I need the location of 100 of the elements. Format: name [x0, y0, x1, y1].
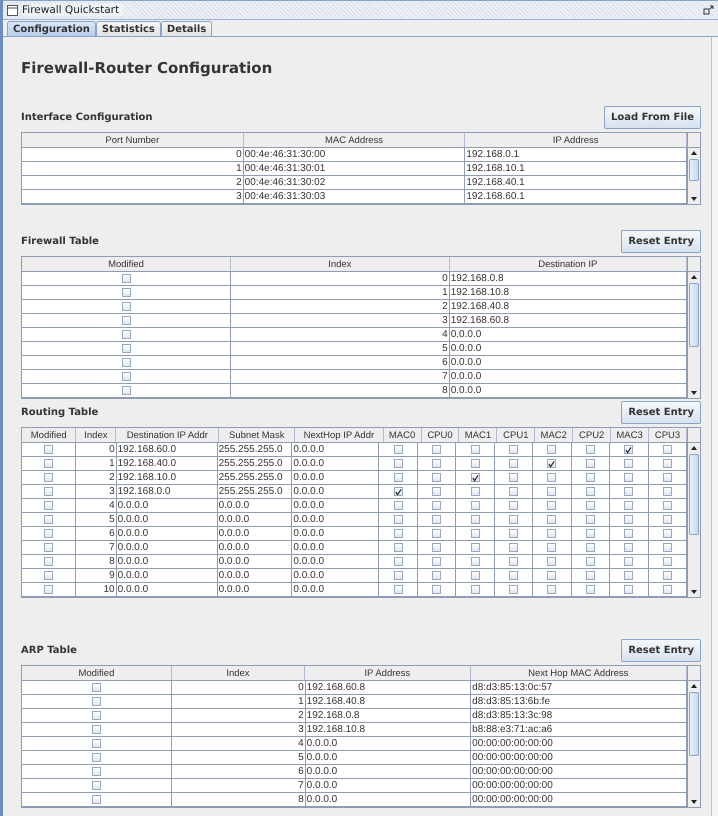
column-header[interactable]: Index — [172, 666, 306, 680]
checkbox[interactable] — [586, 515, 595, 524]
checkbox[interactable] — [122, 344, 131, 353]
checkbox[interactable] — [44, 571, 54, 580]
column-header[interactable]: MAC2 — [535, 428, 574, 442]
checkbox[interactable] — [508, 501, 518, 510]
scrollbar[interactable] — [687, 428, 700, 597]
checkbox[interactable] — [586, 585, 595, 594]
column-header[interactable]: IP Address — [305, 666, 471, 680]
checkbox[interactable] — [508, 445, 518, 454]
checkbox[interactable] — [432, 501, 442, 510]
column-header[interactable]: Subnet Mask — [219, 428, 296, 442]
checkbox[interactable] — [432, 585, 442, 594]
checkbox[interactable] — [662, 571, 672, 580]
checkbox[interactable] — [470, 445, 480, 454]
checkbox[interactable] — [586, 445, 595, 454]
checkbox[interactable] — [470, 501, 480, 510]
column-header[interactable]: Modified — [22, 428, 76, 442]
checkbox[interactable] — [547, 501, 556, 510]
checkbox[interactable] — [662, 557, 672, 566]
checkbox[interactable] — [470, 473, 480, 482]
checkbox[interactable] — [470, 571, 480, 580]
checkbox[interactable] — [624, 585, 634, 594]
checkbox[interactable] — [432, 473, 442, 482]
column-header[interactable]: NextHop IP Addr — [295, 428, 384, 442]
tab[interactable]: Statistics — [96, 21, 161, 36]
checkbox[interactable] — [547, 571, 556, 580]
checkbox[interactable] — [432, 445, 442, 454]
checkbox[interactable] — [92, 739, 102, 748]
checkbox[interactable] — [122, 372, 131, 381]
checkbox[interactable] — [394, 543, 403, 552]
checkbox[interactable] — [394, 473, 403, 482]
checkbox[interactable] — [44, 585, 54, 594]
checkbox[interactable] — [432, 571, 442, 580]
checkbox[interactable] — [394, 515, 403, 524]
checkbox[interactable] — [92, 711, 102, 720]
column-header[interactable]: MAC1 — [459, 428, 498, 442]
column-header[interactable]: MAC3 — [611, 428, 650, 442]
checkbox[interactable] — [470, 487, 480, 496]
checkbox[interactable] — [122, 302, 131, 311]
tab[interactable]: Configuration — [7, 21, 96, 36]
checkbox[interactable] — [394, 585, 403, 594]
column-header[interactable]: Port Number — [22, 133, 244, 147]
column-header[interactable]: Modified — [22, 257, 232, 271]
checkbox[interactable] — [508, 515, 518, 524]
checkbox[interactable] — [586, 571, 595, 580]
checkbox[interactable] — [508, 543, 518, 552]
checkbox[interactable] — [92, 697, 102, 706]
action-button[interactable]: Reset Entry — [621, 230, 701, 252]
column-header[interactable]: CPU1 — [497, 428, 536, 442]
scrollbar[interactable] — [687, 666, 700, 807]
action-button[interactable]: Reset Entry — [621, 400, 701, 424]
checkbox[interactable] — [624, 529, 634, 538]
checkbox[interactable] — [586, 501, 595, 510]
checkbox[interactable] — [662, 487, 672, 496]
column-header[interactable]: MAC Address — [244, 133, 466, 147]
scroll-thumb[interactable] — [689, 454, 699, 536]
checkbox[interactable] — [394, 529, 403, 538]
scroll-thumb[interactable] — [689, 159, 699, 182]
checkbox[interactable] — [470, 515, 480, 524]
checkbox[interactable] — [394, 459, 403, 468]
checkbox[interactable] — [44, 459, 54, 468]
checkbox[interactable] — [547, 529, 556, 538]
checkbox[interactable] — [122, 274, 131, 283]
checkbox[interactable] — [586, 529, 595, 538]
checkbox[interactable] — [432, 515, 442, 524]
tab[interactable]: Details — [160, 21, 212, 36]
checkbox[interactable] — [44, 529, 54, 538]
checkbox[interactable] — [470, 557, 480, 566]
column-header[interactable]: MAC0 — [384, 428, 422, 442]
checkbox[interactable] — [662, 515, 672, 524]
checkbox[interactable] — [432, 487, 442, 496]
scroll-thumb[interactable] — [689, 692, 699, 756]
checkbox[interactable] — [508, 557, 518, 566]
checkbox[interactable] — [44, 501, 54, 510]
checkbox[interactable] — [624, 557, 634, 566]
checkbox[interactable] — [508, 459, 518, 468]
checkbox[interactable] — [662, 473, 672, 482]
checkbox[interactable] — [394, 571, 403, 580]
checkbox[interactable] — [586, 543, 595, 552]
column-header[interactable]: Index — [231, 257, 450, 271]
checkbox[interactable] — [470, 585, 480, 594]
checkbox[interactable] — [122, 316, 131, 325]
restore-icon[interactable] — [703, 4, 714, 16]
checkbox[interactable] — [547, 557, 556, 566]
checkbox[interactable] — [470, 529, 480, 538]
checkbox[interactable] — [122, 288, 131, 297]
checkbox[interactable] — [586, 459, 595, 468]
checkbox[interactable] — [508, 473, 518, 482]
checkbox[interactable] — [508, 585, 518, 594]
checkbox[interactable] — [432, 459, 442, 468]
checkbox[interactable] — [394, 487, 403, 496]
action-button[interactable]: Reset Entry — [621, 638, 701, 662]
checkbox[interactable] — [547, 585, 556, 594]
checkbox[interactable] — [44, 515, 54, 524]
checkbox[interactable] — [508, 529, 518, 538]
checkbox[interactable] — [662, 543, 672, 552]
checkbox[interactable] — [662, 445, 672, 454]
checkbox[interactable] — [547, 487, 556, 496]
checkbox[interactable] — [624, 571, 634, 580]
